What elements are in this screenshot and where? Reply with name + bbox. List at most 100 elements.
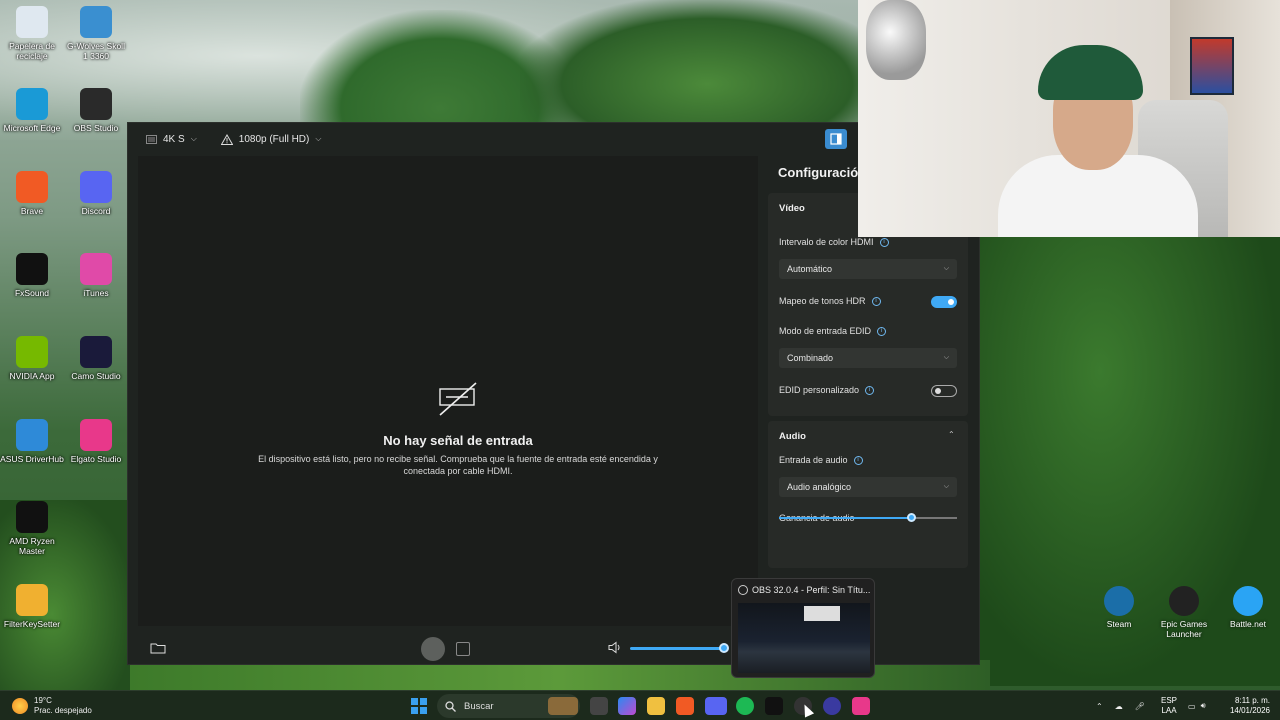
info-icon[interactable]: i	[853, 455, 863, 465]
edge-icon	[16, 88, 48, 120]
volume-slider[interactable]	[630, 647, 724, 650]
desktop-icon[interactable]: iTunes	[64, 253, 128, 298]
edid-mode-label: Modo de entrada EDID	[779, 326, 872, 336]
taskbar: 19°C Prac. despejado Buscar ⌃ ☁ 🎤︎ ESP L…	[0, 690, 1280, 720]
screenshot-icon[interactable]	[456, 642, 470, 656]
info-icon[interactable]: i	[879, 237, 889, 247]
volume-slider-handle[interactable]	[719, 643, 729, 653]
layout-toggle-button[interactable]	[825, 129, 847, 149]
hdmi-range-label: Intervalo de color HDMI	[779, 237, 874, 247]
desktop-icon[interactable]: FxSound	[0, 253, 64, 298]
desktop-icon[interactable]: G-Wolves Skoll 1 3360	[64, 6, 128, 61]
weather-widget[interactable]: 19°C Prac. despejado	[12, 696, 92, 716]
no-signal-icon	[439, 382, 477, 416]
discord-icon	[80, 171, 112, 203]
desktop-icon-label: OBS Studio	[73, 123, 119, 133]
fxsound-icon[interactable]	[765, 697, 783, 715]
start-button[interactable]	[411, 698, 427, 714]
camo-icon	[80, 336, 112, 368]
desktop-icon-label: NVIDIA App	[9, 371, 55, 381]
desktop-icon-label: Brave	[20, 206, 44, 216]
edid-mode-value: Combinado	[787, 353, 834, 363]
steam-icon	[1104, 586, 1134, 616]
chevron-up-icon[interactable]: ⌃	[1096, 702, 1103, 711]
itunes-icon	[80, 253, 112, 285]
task-view-icon[interactable]	[590, 697, 608, 715]
desktop-icon[interactable]: Papelera de reciclaje	[0, 6, 64, 61]
search-highlight-icon	[548, 697, 578, 715]
hdr-tonemap-toggle[interactable]	[931, 296, 957, 308]
chevron-down-icon: ⌵	[315, 134, 322, 143]
record-button[interactable]	[421, 637, 445, 661]
obs-taskbar-preview[interactable]: OBS 32.0.4 - Perfil: Sin Títu...	[731, 578, 875, 678]
spotify-icon[interactable]	[736, 697, 754, 715]
desktop-icon[interactable]: Steam	[1087, 586, 1151, 629]
info-icon[interactable]: i	[865, 385, 875, 395]
desktop-icon[interactable]: Epic Games Launcher	[1152, 586, 1216, 639]
discord-icon[interactable]	[705, 697, 727, 715]
gain-slider-handle[interactable]	[906, 513, 916, 522]
no-signal-description: El dispositivo está listo, pero no recib…	[258, 454, 658, 476]
audio-input-value: Audio analógico	[787, 482, 852, 492]
hdmi-range-value: Automático	[787, 264, 833, 274]
recycle-bin-icon	[16, 6, 48, 38]
device-selector[interactable]: 4K S ⌵	[146, 134, 197, 145]
asus-driverhub-icon	[16, 419, 48, 451]
speaker-icon: 🔊︎	[1200, 701, 1206, 710]
clock[interactable]: 8:11 p. m. 14/01/2026	[1222, 696, 1270, 716]
edid-mode-label-row: Modo de entrada EDID i	[779, 326, 887, 336]
onedrive-icon[interactable]: ☁	[1115, 702, 1123, 711]
system-tray: ⌃ ☁ 🎤︎	[1096, 691, 1145, 720]
desktop-icon[interactable]: FilterKeySetter	[0, 584, 64, 629]
chevron-up-icon[interactable]: ⌃	[948, 430, 955, 439]
nvidia-icon	[16, 336, 48, 368]
desktop-icon[interactable]: Brave	[0, 171, 64, 216]
audio-input-dropdown[interactable]: Audio analógico ⌵	[779, 477, 957, 497]
file-explorer-icon[interactable]	[647, 697, 665, 715]
gain-slider-fill	[779, 517, 911, 519]
obs-preview-title: OBS 32.0.4 - Perfil: Sin Títu...	[752, 585, 871, 595]
edid-mode-dropdown[interactable]: Combinado ⌵	[779, 348, 957, 368]
obs-icon	[80, 88, 112, 120]
folder-icon[interactable]	[150, 642, 166, 654]
elgato-taskbar-icon[interactable]	[852, 697, 870, 715]
info-icon[interactable]: i	[877, 326, 887, 336]
language-indicator[interactable]: ESP LAA	[1159, 696, 1179, 716]
camo-taskbar-icon[interactable]	[823, 697, 841, 715]
obs-preview-thumbnail	[738, 603, 870, 673]
custom-edid-toggle[interactable]	[931, 385, 957, 397]
desktop-icon-label: FilterKeySetter	[3, 619, 61, 629]
filterkey-icon	[16, 584, 48, 616]
desktop-icon[interactable]: NVIDIA App	[0, 336, 64, 381]
desktop-icon[interactable]: Elgato Studio	[64, 419, 128, 464]
epic-games-icon	[1169, 586, 1199, 616]
brave-icon[interactable]	[676, 697, 694, 715]
desktop-icon[interactable]: Microsoft Edge	[0, 88, 64, 133]
chevron-down-icon: ⌵	[190, 134, 197, 143]
weather-desc: Prac. despejado	[34, 706, 92, 715]
quick-settings[interactable]: ▭ 🔊︎	[1188, 691, 1206, 720]
lang-bottom: LAA	[1161, 706, 1177, 715]
chevron-down-icon: ⌵	[943, 265, 949, 272]
desktop-icon[interactable]: Discord	[64, 171, 128, 216]
desktop-icon-label: Papelera de reciclaje	[9, 41, 55, 61]
hdmi-range-dropdown[interactable]: Automático ⌵	[779, 259, 957, 279]
amd-ryzen-icon	[16, 501, 48, 533]
elgato-icon	[80, 419, 112, 451]
copilot-icon[interactable]	[618, 697, 636, 715]
capture-topbar: 4K S ⌵ 1080p (Full HD) ⌵	[128, 123, 981, 155]
hdr-tonemap-label-row: Mapeo de tonos HDR i	[779, 296, 881, 306]
desktop-icon[interactable]: Camo Studio	[64, 336, 128, 381]
desktop-icon[interactable]: ASUS DriverHub	[0, 419, 64, 464]
capture-device-icon	[146, 134, 157, 144]
desktop-icon-label: Discord	[81, 206, 111, 216]
desktop-icon[interactable]: AMD Ryzen Master	[0, 501, 64, 556]
desktop-icon-label: AMD Ryzen Master	[9, 536, 55, 556]
resolution-selector[interactable]: 1080p (Full HD) ⌵	[220, 134, 322, 145]
audio-section-header[interactable]: Audio	[768, 421, 968, 452]
microphone-icon[interactable]: 🎤︎	[1135, 702, 1145, 711]
volume-icon[interactable]	[608, 641, 622, 654]
desktop-icon[interactable]: Battle.net	[1216, 586, 1280, 629]
info-icon[interactable]: i	[871, 296, 881, 306]
desktop-icon[interactable]: OBS Studio	[64, 88, 128, 133]
